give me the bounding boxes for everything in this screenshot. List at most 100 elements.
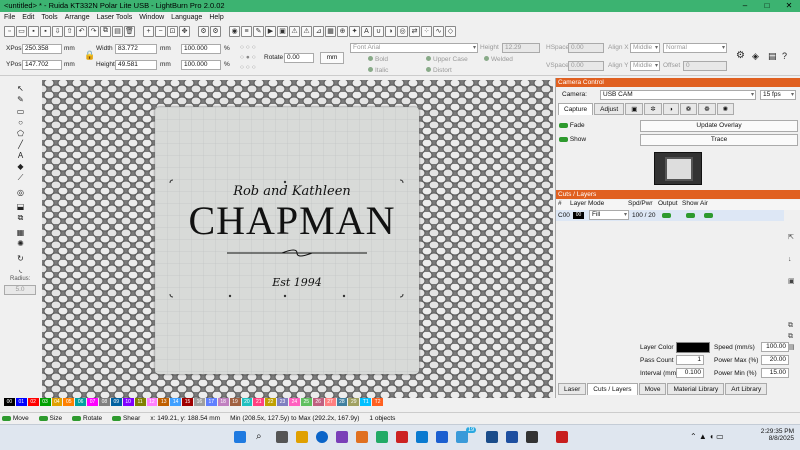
status-shear[interactable]: Shear	[112, 413, 140, 424]
pan-icon[interactable]: ✥	[179, 25, 190, 37]
tab-cam-3[interactable]: ◑	[662, 103, 679, 115]
palette-swatch-16[interactable]: 16	[194, 398, 205, 406]
machine-icon[interactable]: ▣	[277, 25, 288, 37]
layer-show-toggle[interactable]	[686, 210, 695, 221]
palette-swatch-27[interactable]: 27	[324, 398, 336, 406]
welded-checkbox[interactable]: Welded	[484, 55, 513, 65]
palette-swatch-12[interactable]: 12	[146, 398, 158, 406]
grid-array-icon[interactable]: ▦	[15, 228, 26, 238]
palette-swatch-29[interactable]: 29	[348, 398, 360, 406]
save-as-icon[interactable]: ▪	[40, 25, 51, 37]
status-rotate[interactable]: Rotate	[72, 413, 102, 424]
tab-move[interactable]: Move	[638, 383, 667, 395]
trace-icon[interactable]: ✦	[349, 25, 360, 37]
corner-tool-icon[interactable]: ◟	[15, 265, 26, 275]
palette-swatch-07[interactable]: 07	[87, 398, 98, 406]
palette-swatch-28[interactable]: 28	[336, 398, 348, 406]
zoom-in-icon[interactable]: +	[143, 25, 154, 37]
distort-checkbox[interactable]: Distort	[426, 66, 452, 76]
pass-count-field[interactable]: 1	[676, 355, 704, 365]
text-settings-icon[interactable]: ▤	[768, 51, 777, 61]
bold-checkbox[interactable]: Bold	[368, 55, 388, 65]
palette-swatch-01[interactable]: 01	[15, 398, 27, 406]
palette-swatch-19[interactable]: 19	[229, 398, 241, 406]
delete-icon[interactable]: 🗑	[124, 25, 135, 37]
tab-cuts-layers[interactable]: Cuts / Layers	[587, 383, 638, 395]
fade-toggle[interactable]: Fade	[559, 122, 585, 129]
layer-output-toggle[interactable]	[662, 210, 671, 221]
tab-cam-5[interactable]: ❁	[698, 103, 716, 115]
clock[interactable]: 2:29:35 PM 8/8/2025	[756, 428, 794, 442]
rotate-tool-icon[interactable]: ↻	[15, 254, 26, 264]
rotate-unit-button[interactable]: mm	[320, 52, 344, 64]
rotary-icon[interactable]: ⊕	[337, 25, 348, 37]
palette-swatch-00[interactable]: 00	[4, 398, 15, 406]
palette-swatch-06[interactable]: 06	[75, 398, 87, 406]
weld-icon[interactable]: ∪	[373, 25, 384, 37]
aligny-select[interactable]: Middle	[630, 61, 660, 71]
gallery-icon[interactable]	[526, 431, 538, 443]
upper-case-checkbox[interactable]: Upper Case	[426, 55, 468, 65]
hspace-field[interactable]: 0.00	[568, 43, 604, 53]
fps-select[interactable]: 15 fps	[760, 90, 796, 100]
warning-icon[interactable]: ⚠	[289, 25, 300, 37]
interval-field[interactable]: 0.100	[676, 368, 704, 378]
select-icon[interactable]: ↖	[15, 84, 26, 94]
design-name-text[interactable]: CHAPMAN	[177, 198, 407, 244]
edge-icon[interactable]	[316, 431, 328, 443]
sim-icon[interactable]: ▶	[265, 25, 276, 37]
palette-swatch-09[interactable]: 09	[110, 398, 122, 406]
gear-icon[interactable]: ⚙	[198, 25, 209, 37]
palette-swatch-20[interactable]: 20	[241, 398, 253, 406]
align-icon[interactable]: ≡	[241, 25, 252, 37]
width-scale-field[interactable]: 100.000	[181, 44, 221, 54]
palette-swatch-08[interactable]: 08	[99, 398, 110, 406]
help-icon[interactable]: ?	[782, 51, 787, 61]
menu-language[interactable]: Language	[171, 12, 202, 23]
ellipse-icon[interactable]: ○	[15, 118, 26, 128]
node-icon[interactable]: ◇	[445, 25, 456, 37]
workspace-canvas[interactable]: Rob and Kathleen CHAPMAN Est 1994	[42, 80, 553, 398]
tab-cam-2[interactable]: ✲	[644, 103, 662, 115]
word-icon[interactable]	[436, 431, 448, 443]
start-icon[interactable]	[234, 431, 246, 443]
tab-cam-6[interactable]: ✺	[716, 103, 735, 115]
vspace-field[interactable]: 0.00	[568, 61, 604, 71]
palette-swatch-24[interactable]: 24	[289, 398, 300, 406]
tab-capture[interactable]: Capture	[558, 103, 594, 115]
menu-file[interactable]: File	[4, 12, 15, 23]
copy-icon[interactable]: ⧉	[100, 25, 111, 37]
tab-cam-1[interactable]: ▣	[625, 103, 644, 115]
tab-art-library[interactable]: Art Library	[725, 383, 768, 395]
show-toggle[interactable]: Show	[559, 136, 586, 143]
palette-swatch-05[interactable]: 05	[63, 398, 75, 406]
font-select[interactable]: Font Arial	[350, 43, 478, 53]
lock-icon[interactable]: 🔒	[84, 50, 95, 60]
mirror-icon[interactable]: ⇄	[409, 25, 420, 37]
status-size[interactable]: Size	[38, 413, 62, 424]
palette-swatch-21[interactable]: 21	[253, 398, 265, 406]
xpos-field[interactable]: 250.358	[22, 44, 62, 54]
outlook-icon[interactable]	[416, 431, 428, 443]
menu-help[interactable]: Help	[209, 12, 223, 23]
measure-icon[interactable]: ⟋	[15, 173, 26, 183]
camera-select[interactable]: USB CAM	[600, 90, 756, 100]
close-button[interactable]: ✕	[778, 0, 800, 12]
layer-mode-select[interactable]: Fill	[589, 210, 629, 220]
camera-settings-icon[interactable]: ◈	[752, 51, 759, 61]
tab-material-library[interactable]: Material Library	[667, 383, 725, 395]
tab-laser[interactable]: Laser	[558, 383, 587, 395]
speed-field[interactable]: 100.00	[761, 342, 789, 352]
boolean-icon[interactable]: ◑	[385, 25, 396, 37]
text-icon[interactable]: A	[15, 151, 26, 161]
height-scale-field[interactable]: 100.000	[181, 60, 221, 70]
palette-swatch-25[interactable]: 25	[300, 398, 312, 406]
edit-nodes-icon[interactable]: ✎	[15, 95, 26, 105]
copy-along-icon[interactable]: ⧉	[15, 213, 26, 223]
notes-icon[interactable]: ✎	[253, 25, 264, 37]
design-script-text[interactable]: Rob and Kathleen	[192, 184, 392, 199]
palette-swatch-10[interactable]: 10	[122, 398, 134, 406]
text-height-field[interactable]: 12.29	[502, 43, 540, 53]
palette-swatch-T1[interactable]: T1	[360, 398, 372, 406]
text-mode-select[interactable]: Normal	[663, 43, 727, 53]
